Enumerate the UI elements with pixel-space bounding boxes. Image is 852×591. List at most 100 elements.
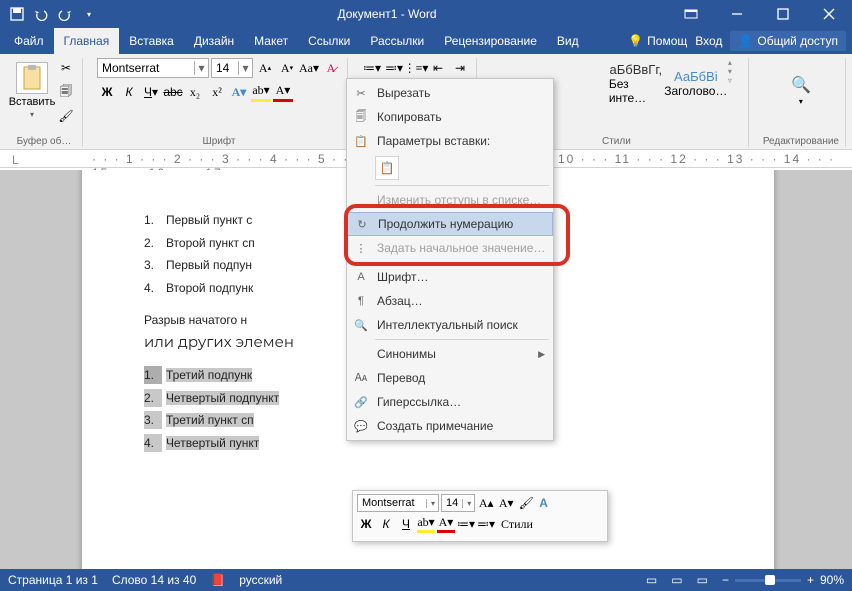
subscript-button[interactable]: x₂ bbox=[185, 82, 205, 102]
status-word-count[interactable]: Слово 14 из 40 bbox=[112, 573, 196, 587]
zoom-out-button[interactable]: − bbox=[722, 573, 729, 587]
ctx-copy[interactable]: 🗐Копировать bbox=[347, 105, 553, 129]
font-color-button[interactable]: A▾ bbox=[273, 82, 293, 102]
tab-file[interactable]: Файл bbox=[4, 28, 54, 54]
ctx-continue-numbering[interactable]: ↻Продолжить нумерацию bbox=[347, 212, 553, 236]
styles-more-button[interactable]: ▴▾▿ bbox=[728, 58, 742, 85]
mini-toolbar: Montserrat▾ 14▾ A▴ A▾ 🖌 A Ж К Ч ab▾ A▾ ≔… bbox=[352, 490, 608, 542]
tab-design[interactable]: Дизайн bbox=[184, 28, 244, 54]
system-buttons bbox=[668, 0, 852, 28]
minimize-button[interactable] bbox=[714, 0, 760, 28]
tab-home[interactable]: Главная bbox=[54, 28, 120, 54]
style-normal[interactable]: аБбВвГг,Без инте… bbox=[608, 58, 664, 108]
font-size-combo[interactable]: ▾ bbox=[211, 58, 253, 78]
mini-bullets[interactable]: ≔▾ bbox=[457, 515, 475, 533]
bold-button[interactable]: Ж bbox=[97, 82, 117, 102]
maximize-button[interactable] bbox=[760, 0, 806, 28]
status-language[interactable]: русский bbox=[239, 573, 282, 587]
cut-button[interactable]: ✂ bbox=[56, 58, 76, 78]
find-button[interactable]: 🔍 ▾ bbox=[771, 58, 831, 122]
tab-mailings[interactable]: Рассылки bbox=[360, 28, 434, 54]
tab-layout[interactable]: Макет bbox=[244, 28, 298, 54]
view-web-layout[interactable]: ▭ bbox=[697, 573, 708, 587]
text-effects-button[interactable]: A▾ bbox=[229, 82, 249, 102]
italic-button[interactable]: К bbox=[119, 82, 139, 102]
view-read-mode[interactable]: ▭ bbox=[646, 573, 657, 587]
zoom-level[interactable]: 90% bbox=[820, 573, 844, 587]
tab-view[interactable]: Вид bbox=[547, 28, 589, 54]
bullets-button[interactable]: ≔▾ bbox=[362, 58, 382, 78]
link-icon: 🔗 bbox=[353, 394, 369, 410]
mini-format-painter[interactable]: 🖌 bbox=[517, 494, 535, 512]
strikethrough-button[interactable]: abc bbox=[163, 82, 183, 102]
ctx-smart-lookup[interactable]: 🔍Интеллектуальный поиск bbox=[347, 313, 553, 337]
increase-indent-button[interactable]: ⇥ bbox=[450, 58, 470, 78]
tab-insert[interactable]: Вставка bbox=[119, 28, 184, 54]
ctx-cut[interactable]: ✂Вырезать bbox=[347, 81, 553, 105]
style-heading1[interactable]: АаБбВіЗаголово… bbox=[668, 58, 724, 108]
ctx-translate[interactable]: 🗛Перевод bbox=[347, 366, 553, 390]
mini-styles-button[interactable]: Стили bbox=[497, 515, 537, 533]
share-button[interactable]: 👤Общий доступ bbox=[730, 31, 846, 51]
ribbon-group-font: ▾ ▾ A▴ A▾ Aa▾ A̷ Ж К Ч▾ abc x₂ x² A▾ ab▾… bbox=[91, 58, 348, 147]
sign-in[interactable]: Вход bbox=[695, 34, 722, 48]
zoom-slider[interactable] bbox=[735, 579, 801, 582]
paste-button[interactable]: Вставить ▾ bbox=[12, 58, 52, 122]
mini-shrink-font[interactable]: A▾ bbox=[497, 494, 515, 512]
clear-formatting-button[interactable]: A̷ bbox=[321, 58, 341, 78]
font-name-combo[interactable]: ▾ bbox=[97, 58, 209, 78]
mini-size-combo[interactable]: 14▾ bbox=[441, 494, 475, 512]
mini-bold[interactable]: Ж bbox=[357, 515, 375, 533]
mini-font-color[interactable]: A▾ bbox=[437, 515, 455, 533]
tab-review[interactable]: Рецензирование bbox=[434, 28, 547, 54]
status-bar: Страница 1 из 1 Слово 14 из 40 📕 русский… bbox=[0, 569, 852, 591]
ctx-font[interactable]: AШрифт… bbox=[347, 265, 553, 289]
mini-font-combo[interactable]: Montserrat▾ bbox=[357, 494, 439, 512]
set-num-icon: ⋮ bbox=[353, 240, 369, 256]
ribbon-options-button[interactable] bbox=[668, 0, 714, 28]
mini-italic[interactable]: К bbox=[377, 515, 395, 533]
mini-numbering[interactable]: ≕▾ bbox=[477, 515, 495, 533]
tell-me[interactable]: 💡Помощ bbox=[628, 34, 687, 48]
status-spellcheck[interactable]: 📕 bbox=[210, 573, 225, 587]
copy-button[interactable]: 🗐 bbox=[56, 82, 76, 102]
grow-font-button[interactable]: A▴ bbox=[255, 58, 275, 78]
mini-underline[interactable]: Ч bbox=[397, 515, 415, 533]
view-print-layout[interactable]: ▭ bbox=[671, 573, 682, 587]
undo-button[interactable] bbox=[30, 3, 52, 25]
paste-keep-formatting[interactable]: 📋 bbox=[375, 156, 399, 180]
save-button[interactable] bbox=[6, 3, 28, 25]
numbering-button[interactable]: ≕▾ bbox=[384, 58, 404, 78]
status-page[interactable]: Страница 1 из 1 bbox=[8, 573, 98, 587]
quick-access-toolbar: ▾ bbox=[0, 3, 106, 25]
decrease-indent-button[interactable]: ⇤ bbox=[428, 58, 448, 78]
ctx-paragraph[interactable]: ¶Абзац… bbox=[347, 289, 553, 313]
multilevel-button[interactable]: ⋮≡▾ bbox=[406, 58, 426, 78]
title-bar: ▾ Документ1 - Word bbox=[0, 0, 852, 28]
format-painter-button[interactable]: 🖌 bbox=[56, 106, 76, 126]
redo-button[interactable] bbox=[54, 3, 76, 25]
qat-dropdown[interactable]: ▾ bbox=[78, 3, 100, 25]
zoom-in-button[interactable]: + bbox=[807, 573, 814, 587]
mini-highlight[interactable]: ab▾ bbox=[417, 515, 435, 533]
mini-styles[interactable]: A bbox=[537, 494, 550, 512]
window-title: Документ1 - Word bbox=[106, 7, 668, 21]
tab-references[interactable]: Ссылки bbox=[298, 28, 360, 54]
copy-icon: 🗐 bbox=[353, 109, 369, 125]
close-button[interactable] bbox=[806, 0, 852, 28]
word-window: ▾ Документ1 - Word Файл Главная Вставка … bbox=[0, 0, 852, 591]
lightbulb-icon: 💡 bbox=[628, 34, 643, 48]
clipboard-icon bbox=[16, 62, 48, 94]
change-case-button[interactable]: Aa▾ bbox=[299, 58, 319, 78]
shrink-font-button[interactable]: A▾ bbox=[277, 58, 297, 78]
search-icon: 🔍 bbox=[791, 75, 811, 95]
underline-button[interactable]: Ч▾ bbox=[141, 82, 161, 102]
scissors-icon: ✂ bbox=[353, 85, 369, 101]
ctx-hyperlink[interactable]: 🔗Гиперссылка… bbox=[347, 390, 553, 414]
ctx-synonyms[interactable]: Синонимы▶ bbox=[347, 342, 553, 366]
highlight-button[interactable]: ab▾ bbox=[251, 82, 271, 102]
ctx-new-comment[interactable]: 💬Создать примечание bbox=[347, 414, 553, 438]
superscript-button[interactable]: x² bbox=[207, 82, 227, 102]
chevron-right-icon: ▶ bbox=[538, 349, 545, 360]
mini-grow-font[interactable]: A▴ bbox=[477, 494, 495, 512]
